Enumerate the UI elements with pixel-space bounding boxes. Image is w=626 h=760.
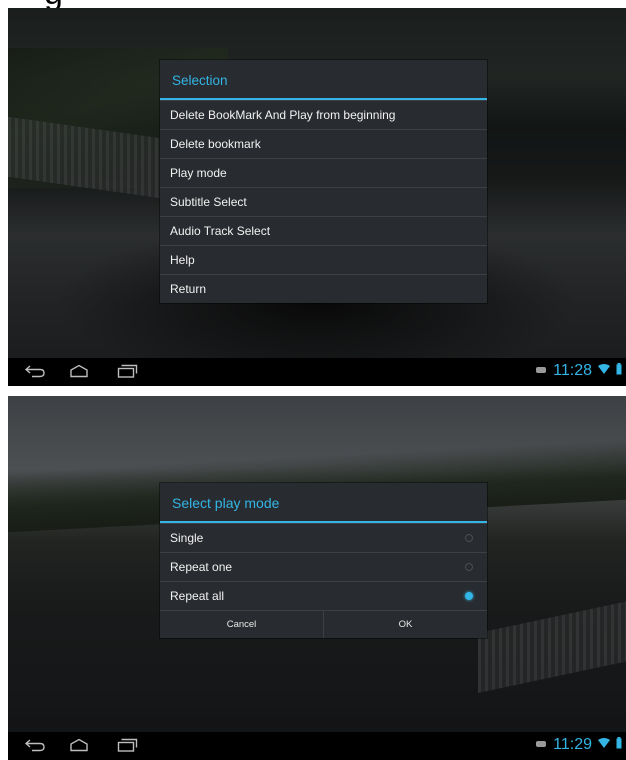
option-label: Single (170, 531, 204, 545)
title-divider (160, 98, 487, 100)
menu-item-label: Help (170, 253, 195, 267)
wifi-icon (598, 362, 610, 380)
back-icon[interactable] (24, 364, 46, 383)
notification-icon (535, 736, 547, 754)
battery-icon (616, 736, 622, 754)
screen-top: Selection Delete BookMark And Play from … (8, 8, 626, 386)
play-mode-dialog: Select play mode Single Repeat one Repea… (160, 483, 487, 638)
option-repeat-all[interactable]: Repeat all (160, 581, 487, 610)
dialog-title: Selection (160, 60, 487, 100)
dialog-title: Select play mode (160, 483, 487, 523)
cancel-button[interactable]: Cancel (160, 611, 323, 638)
option-label: Repeat one (170, 560, 233, 574)
menu-item-return[interactable]: Return (160, 274, 487, 303)
option-single[interactable]: Single (160, 523, 487, 552)
option-repeat-one[interactable]: Repeat one (160, 552, 487, 581)
back-icon[interactable] (24, 738, 46, 757)
clock: 11:29 (553, 736, 592, 753)
radio-button-icon[interactable] (465, 534, 473, 542)
ok-button[interactable]: OK (323, 611, 487, 638)
menu-item-label: Delete BookMark And Play from beginning (170, 108, 396, 122)
option-label: Repeat all (170, 589, 225, 603)
menu-item-audio-track-select[interactable]: Audio Track Select (160, 216, 487, 245)
recent-apps-icon[interactable] (116, 738, 138, 757)
menu-item-label: Subtitle Select (170, 195, 247, 209)
battery-icon (616, 362, 622, 380)
clock: 11:28 (553, 362, 592, 379)
home-icon[interactable] (68, 364, 90, 383)
menu-item-label: Audio Track Select (170, 224, 271, 238)
menu-item-label: Return (170, 282, 207, 296)
menu-item-label: Play mode (170, 166, 227, 180)
recent-apps-icon[interactable] (116, 364, 138, 383)
screen-bottom: Select play mode Single Repeat one Repea… (8, 396, 626, 760)
status-area[interactable]: 11:29 (535, 736, 622, 754)
menu-item-label: Delete bookmark (170, 137, 261, 151)
menu-item-help[interactable]: Help (160, 245, 487, 274)
selection-dialog: Selection Delete BookMark And Play from … (160, 60, 487, 303)
menu-item-delete-bookmark-and-play[interactable]: Delete BookMark And Play from beginning (160, 100, 487, 129)
navigation-bar: 11:28 (8, 358, 626, 386)
wifi-icon (598, 736, 610, 754)
radio-button-icon[interactable] (465, 563, 473, 571)
title-divider (160, 521, 487, 523)
radio-button-checked-icon[interactable] (465, 592, 473, 600)
dialog-title-text: Select play mode (172, 495, 280, 511)
menu-item-play-mode[interactable]: Play mode (160, 158, 487, 187)
navigation-bar: 11:29 (8, 732, 626, 760)
status-area[interactable]: 11:28 (535, 362, 622, 380)
dialog-title-text: Selection (172, 72, 228, 88)
menu-item-subtitle-select[interactable]: Subtitle Select (160, 187, 487, 216)
notification-icon (535, 362, 547, 380)
dialog-buttons: Cancel OK (160, 610, 487, 638)
home-icon[interactable] (68, 738, 90, 757)
menu-item-delete-bookmark[interactable]: Delete bookmark (160, 129, 487, 158)
